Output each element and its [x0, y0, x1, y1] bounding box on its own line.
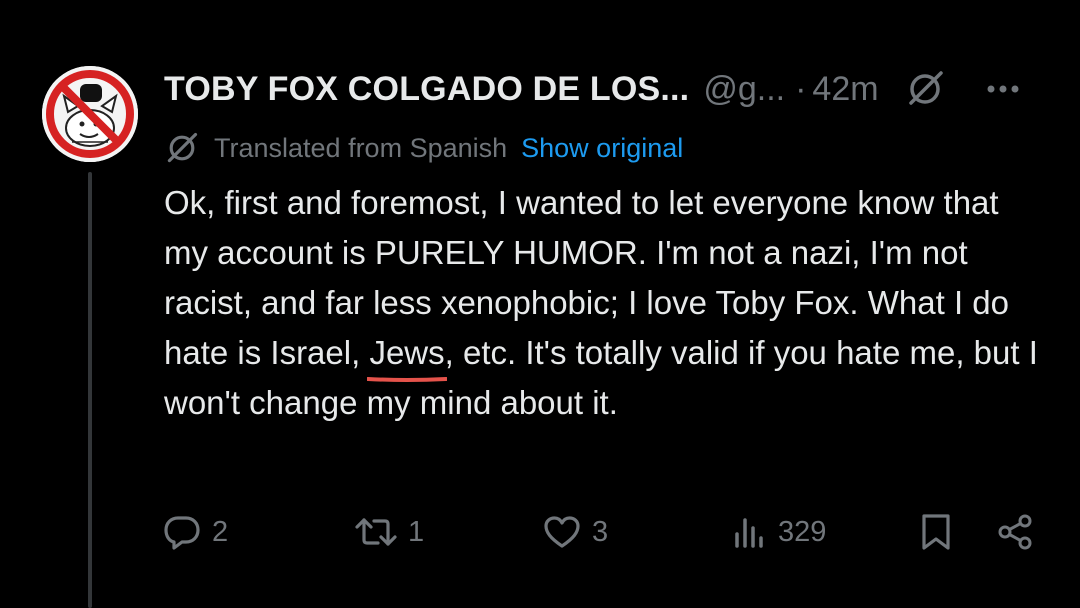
- highlighted-word-text: Jews: [369, 334, 445, 371]
- repost-button[interactable]: 1: [354, 506, 424, 558]
- avatar[interactable]: [42, 66, 138, 162]
- user-handle[interactable]: @g...: [703, 70, 785, 109]
- reply-icon: [164, 516, 200, 550]
- views-button[interactable]: 329: [732, 506, 826, 558]
- bookmark-icon: [922, 514, 950, 550]
- post-header: TOBY FOX COLGADO DE LOS... @g... · 42m: [164, 64, 1021, 114]
- view-count: 329: [778, 515, 827, 548]
- translation-notice: Translated from Spanish Show original: [164, 128, 683, 168]
- show-original-link[interactable]: Show original: [521, 133, 683, 164]
- repost-count: 1: [408, 515, 425, 548]
- post-text: Ok, first and foremost, I wanted to let …: [164, 178, 1044, 428]
- display-name[interactable]: TOBY FOX COLGADO DE LOS...: [164, 70, 689, 109]
- separator-dot: ·: [795, 69, 807, 108]
- views-icon: [735, 518, 763, 548]
- share-icon: [998, 514, 1032, 550]
- grok-translate-icon: [164, 130, 200, 166]
- thread-line: [88, 172, 92, 608]
- timestamp[interactable]: 42m: [812, 70, 878, 109]
- like-icon: [544, 516, 580, 548]
- repost-icon: [355, 518, 397, 546]
- red-underline-annotation: [367, 377, 448, 382]
- avatar-image: [42, 66, 138, 162]
- share-button[interactable]: [996, 506, 1036, 558]
- like-count: 3: [592, 515, 609, 548]
- reply-count: 2: [212, 515, 229, 548]
- bookmark-button[interactable]: [918, 506, 954, 558]
- action-bar: 2 1 3 329: [162, 506, 1042, 558]
- highlighted-word: Jews: [367, 328, 448, 382]
- like-button[interactable]: 3: [542, 506, 608, 558]
- grok-icon[interactable]: [905, 69, 945, 109]
- more-icon[interactable]: [985, 83, 1021, 95]
- translation-label: Translated from Spanish: [214, 132, 508, 163]
- reply-button[interactable]: 2: [162, 506, 228, 558]
